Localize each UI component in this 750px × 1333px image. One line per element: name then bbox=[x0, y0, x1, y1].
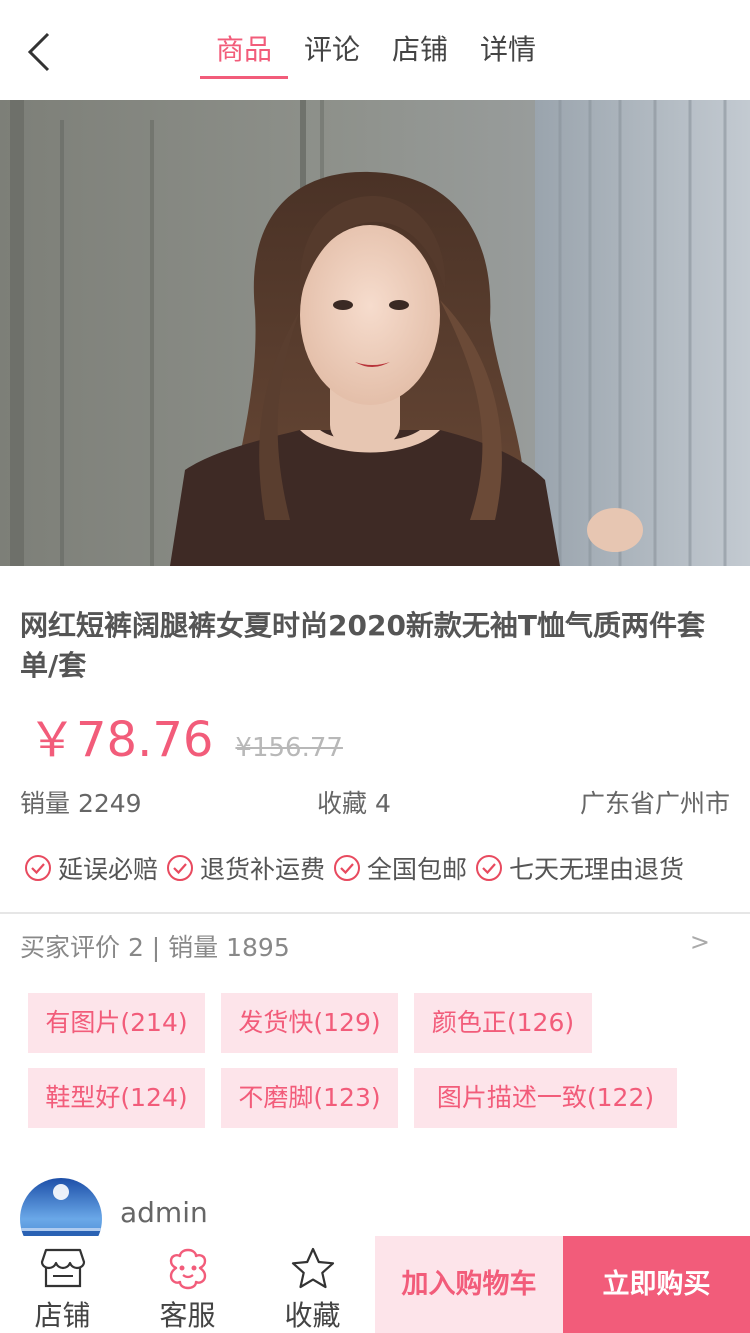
guarantee-item: 全国包邮 bbox=[333, 850, 467, 886]
shop-button[interactable]: 店铺 bbox=[0, 1236, 125, 1333]
header: 商品 评论 店铺 详情 bbox=[0, 0, 750, 100]
customer-service-icon bbox=[169, 1248, 207, 1290]
back-arrow-icon[interactable] bbox=[18, 26, 68, 76]
check-circle-icon bbox=[25, 855, 51, 881]
product-title: 网红短裤阔腿裤女夏时尚2020新款无袖T恤气质两件套单/套 bbox=[20, 609, 706, 682]
favorites-count: 收藏 4 bbox=[317, 789, 391, 818]
current-price: ￥78.76 bbox=[28, 712, 214, 768]
review-tag[interactable]: 鞋型好(124) bbox=[28, 1068, 205, 1128]
buy-now-button[interactable]: 立即购买 bbox=[563, 1236, 750, 1333]
tab-reviews[interactable]: 评论 bbox=[288, 0, 376, 100]
review-tag[interactable]: 颜色正(126) bbox=[414, 993, 592, 1053]
guarantee-label: 延误必赔 bbox=[58, 855, 159, 884]
review-tag[interactable]: 发货快(129) bbox=[221, 993, 398, 1053]
review-summary: 买家评价 2 | 销量 1895 bbox=[20, 933, 290, 962]
review-tag[interactable]: 有图片(214) bbox=[28, 993, 205, 1053]
guarantee-item: 退货补运费 bbox=[166, 850, 325, 886]
guarantee-label: 全国包邮 bbox=[367, 855, 468, 884]
bottom-action-bar: 店铺 客服 收藏 加入购物车 立即购买 bbox=[0, 1236, 750, 1333]
chevron-right-icon[interactable]: > bbox=[690, 928, 710, 956]
customer-service-label: 客服 bbox=[159, 1299, 216, 1332]
reviewer-name: admin bbox=[120, 1196, 208, 1229]
shop-label: 店铺 bbox=[34, 1299, 91, 1332]
tab-product[interactable]: 商品 bbox=[200, 0, 288, 100]
guarantee-label: 七天无理由退货 bbox=[509, 855, 685, 884]
product-stats: 销量 2249 收藏 4 广东省广州市 bbox=[20, 784, 730, 824]
tab-shop[interactable]: 店铺 bbox=[376, 0, 464, 100]
review-tag[interactable]: 图片描述一致(122) bbox=[414, 1068, 677, 1128]
ship-location: 广东省广州市 bbox=[579, 789, 730, 818]
product-image[interactable] bbox=[0, 100, 750, 566]
tab-bar: 商品 评论 店铺 详情 bbox=[200, 0, 552, 100]
review-summary-row[interactable]: 买家评价 2 | 销量 1895 > bbox=[20, 928, 730, 968]
section-divider bbox=[0, 912, 750, 914]
star-icon bbox=[291, 1247, 335, 1289]
check-circle-icon bbox=[167, 855, 194, 881]
price-row: ￥78.76 ¥156.77 bbox=[28, 700, 343, 768]
guarantee-item: 七天无理由退货 bbox=[475, 850, 684, 886]
customer-service-button[interactable]: 客服 bbox=[125, 1236, 250, 1333]
guarantee-label: 退货补运费 bbox=[200, 855, 326, 884]
check-circle-icon bbox=[334, 855, 361, 881]
guarantee-list: 延误必赔 退货补运费 全国包邮 七天无理由退货 bbox=[24, 848, 692, 888]
add-to-cart-button[interactable]: 加入购物车 bbox=[375, 1236, 563, 1333]
store-icon bbox=[40, 1248, 86, 1288]
product-page: 商品 评论 店铺 详情 网红短裤阔腿裤女夏时尚2020新款无袖T恤气质两件套单/… bbox=[0, 0, 750, 1333]
original-price: ¥156.77 bbox=[235, 733, 343, 763]
check-circle-icon bbox=[476, 855, 503, 881]
favorite-button[interactable]: 收藏 bbox=[250, 1236, 375, 1333]
tab-details[interactable]: 详情 bbox=[464, 0, 552, 100]
review-tag[interactable]: 不磨脚(123) bbox=[221, 1068, 398, 1128]
guarantee-item: 延误必赔 bbox=[24, 850, 158, 886]
favorite-label: 收藏 bbox=[284, 1299, 341, 1332]
sales-count: 销量 2249 bbox=[20, 789, 142, 818]
